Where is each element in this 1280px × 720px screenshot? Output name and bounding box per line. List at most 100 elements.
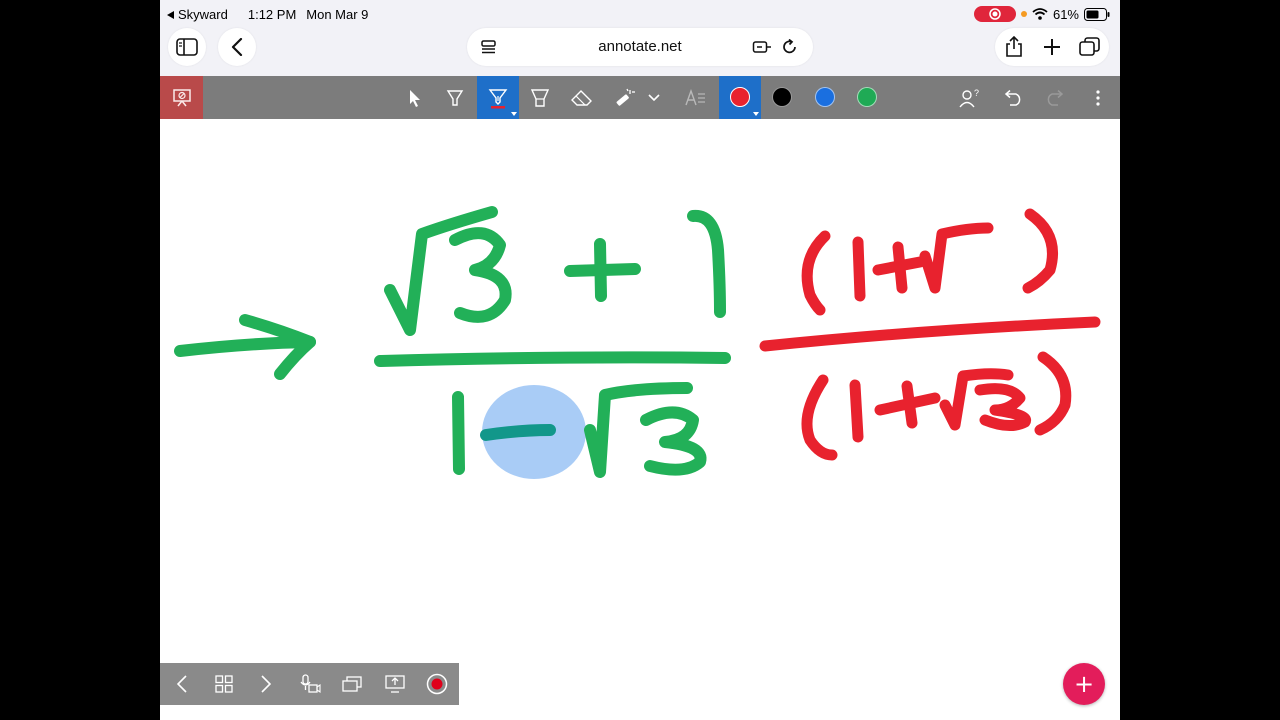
participants-button[interactable]: ?: [951, 76, 989, 119]
browser-actions: [995, 28, 1109, 66]
audio-video-button[interactable]: [293, 663, 327, 705]
plus-vertical: [594, 238, 607, 302]
annotation-toolbar: ?: [160, 76, 1120, 119]
chevron-down-icon: [648, 93, 660, 101]
red-open-paren-bottom: [801, 374, 838, 461]
browser-toolbar: annotate.net: [160, 28, 1120, 76]
red-plus-v-top: [892, 241, 908, 294]
red-sqrt-bottom: [939, 368, 1014, 431]
presentation-button[interactable]: [160, 76, 203, 119]
back-to-app[interactable]: Skyward: [166, 7, 238, 22]
record-button[interactable]: [420, 663, 454, 705]
address-bar[interactable]: annotate.net: [467, 28, 813, 66]
eraser-tool[interactable]: [563, 76, 601, 119]
wifi-icon: [1032, 8, 1048, 20]
red-sqrt-top: [919, 222, 994, 294]
page-grid-button[interactable]: [207, 663, 241, 705]
sidebar-icon: [176, 38, 198, 56]
battery-icon: [1084, 7, 1110, 21]
den-digit-1: [452, 391, 465, 475]
more-options-button[interactable]: [1079, 76, 1117, 119]
ipad-screen: Skyward 1:12 PM Mon Mar 9 61% annotate.n…: [160, 0, 1120, 720]
svg-text:?: ?: [974, 88, 979, 98]
previous-page-button[interactable]: [165, 663, 199, 705]
grid-icon: [215, 675, 233, 693]
red-digit-3: [974, 383, 1032, 431]
status-bar: Skyward 1:12 PM Mon Mar 9 61%: [160, 0, 1120, 28]
share-screen-button[interactable]: [378, 663, 412, 705]
fraction-bar-red: [759, 316, 1101, 352]
laser-pointer-tool[interactable]: [606, 76, 644, 119]
presentation-icon: [172, 88, 191, 106]
reload-icon[interactable]: [782, 39, 798, 55]
color-swatch-black[interactable]: [772, 87, 792, 107]
fraction-bar-green: [374, 351, 731, 367]
marker-icon: [531, 88, 549, 107]
laser-icon: [616, 88, 635, 106]
text-tool[interactable]: [677, 76, 715, 119]
pages-button[interactable]: [335, 663, 369, 705]
color-red-active[interactable]: [719, 76, 761, 119]
color-options-caret: [753, 112, 759, 116]
add-button-label: +: [1073, 670, 1095, 698]
red-1-bottom: [849, 379, 864, 443]
whiteboard-canvas[interactable]: [160, 119, 1120, 720]
back-triangle-icon: [167, 10, 174, 19]
minus-sign: [480, 424, 556, 441]
next-page-button[interactable]: [249, 663, 283, 705]
red-plus-v-bottom: [901, 380, 918, 429]
redo-icon: [1047, 89, 1064, 106]
tabs-overview-icon[interactable]: [1079, 37, 1101, 57]
page-navigation-bar: [160, 663, 459, 705]
undo-icon: [1004, 89, 1021, 106]
text-icon: [685, 88, 705, 105]
add-button[interactable]: +: [1063, 663, 1105, 705]
record-icon: [426, 673, 448, 695]
share-icon[interactable]: [1005, 36, 1023, 58]
eraser-icon: [571, 89, 592, 106]
num-digit-3: [449, 227, 512, 323]
red-open-paren-top: [801, 230, 831, 316]
pen-tool[interactable]: [477, 76, 519, 119]
battery-percent: 61%: [1052, 6, 1079, 22]
tool-options-caret: [511, 112, 517, 116]
color-swatch-red: [730, 87, 750, 107]
sidebar-button[interactable]: [168, 28, 206, 66]
more-vertical-icon: [1096, 89, 1100, 106]
record-icon: [989, 8, 1001, 20]
share-screen-icon: [385, 675, 405, 693]
more-tools-dropdown[interactable]: [642, 76, 666, 119]
select-tool[interactable]: [396, 76, 434, 119]
back-button[interactable]: [218, 28, 256, 66]
new-tab-icon[interactable]: [1043, 38, 1061, 56]
mic-in-use-dot: [1020, 11, 1027, 17]
arrow-shaft: [174, 336, 316, 357]
mic-camera-icon: [300, 674, 321, 694]
select-icon: [410, 89, 420, 107]
status-time: 1:12 PM: [247, 7, 297, 22]
highlighter-icon: [446, 89, 464, 106]
chevron-left-icon: [231, 38, 243, 56]
den-sqrt-sign: [584, 382, 693, 478]
undo-button[interactable]: [994, 76, 1032, 119]
marker-tool[interactable]: [521, 76, 559, 119]
handwriting-layer: [174, 206, 1101, 479]
num-digit-1: [687, 209, 726, 318]
red-close-paren-top: [1022, 208, 1058, 294]
red-1-top: [852, 236, 866, 302]
redo-button[interactable]: [1036, 76, 1074, 119]
back-app-label: Skyward: [178, 7, 228, 22]
pen-icon: [488, 88, 508, 108]
pages-icon: [342, 676, 362, 692]
status-date: Mon Mar 9: [306, 7, 369, 22]
color-swatch-green[interactable]: [857, 87, 877, 107]
screen-recording-indicator[interactable]: [973, 6, 1016, 22]
red-close-paren-bottom: [1034, 351, 1072, 436]
user-question-icon: ?: [959, 88, 979, 107]
den-digit-3: [640, 406, 707, 476]
next-page-icon: [261, 675, 271, 693]
highlighter-tool[interactable]: [436, 76, 474, 119]
color-swatch-blue[interactable]: [815, 87, 835, 107]
extension-icon[interactable]: [752, 39, 772, 55]
corner-mark-icon: [1103, 704, 1115, 715]
